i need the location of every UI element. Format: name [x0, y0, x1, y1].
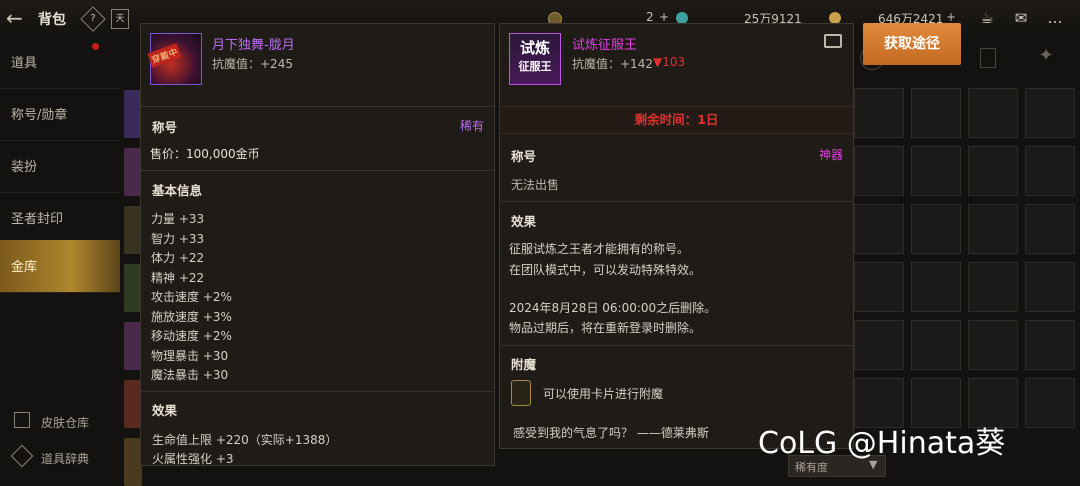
title-icon: 试炼 征服王 — [509, 33, 561, 85]
equipped-badge: 穿戴中 — [147, 43, 182, 68]
inventory-slot[interactable] — [854, 262, 904, 312]
stat-line: 物理暴击 +30 — [151, 348, 229, 363]
inventory-slot[interactable] — [854, 320, 904, 370]
inventory-slot[interactable] — [1025, 320, 1075, 370]
description-line: 在团队模式中，可以发动特殊特效。 — [509, 263, 702, 277]
sidebar-item-label: 圣者封印 — [11, 212, 64, 227]
effect-line: 生命值上限 +220（实际+1388） — [152, 433, 338, 447]
pot-icon[interactable]: ☕ — [976, 8, 998, 28]
sidebar-item-costume[interactable]: 装扮 — [0, 140, 120, 193]
stat-line: 精神 +22 — [151, 270, 205, 285]
item-type: 称号 — [152, 120, 178, 135]
help-icon[interactable]: ? — [80, 6, 106, 32]
stat-line: 攻击速度 +2% — [151, 290, 232, 304]
divider — [141, 106, 494, 107]
sidebar-item-label: 道具 — [11, 56, 38, 71]
resist-diff: ▼103 — [653, 55, 686, 69]
notification-dot — [92, 43, 99, 50]
effect-line: 火属性强化 +3 — [152, 452, 234, 466]
tooltip-equipped-title: 穿戴中 月下独舞-胧月 抗魔值：+245 称号 稀有 售价：100,000金币 … — [140, 23, 495, 466]
inventory-slot[interactable] — [911, 320, 961, 370]
watermark: CoLG @Hinata葵 — [758, 426, 1006, 461]
back-arrow-icon[interactable]: ← — [6, 6, 30, 30]
card-icon[interactable] — [980, 48, 996, 68]
sidebar-item-titles[interactable]: 称号/勋章 — [0, 88, 120, 141]
get-route-button[interactable]: 获取途径 — [863, 23, 961, 65]
item-name: 月下独舞-胧月 — [212, 38, 295, 53]
sidebar-item-seal[interactable]: 圣者封印 — [0, 192, 120, 245]
flavor-quote: 感受到我的气息了吗？ ——德莱弗斯 — [513, 426, 709, 440]
item-type: 称号 — [511, 149, 537, 164]
sidebar-item-label: 金库 — [11, 260, 38, 275]
section-header-enchant: 附魔 — [511, 357, 537, 372]
page-title: 背包 — [38, 12, 66, 28]
chat-icon[interactable]: … — [1044, 8, 1066, 28]
rarity-label: 神器 — [819, 148, 844, 162]
wardrobe-icon — [14, 412, 30, 428]
currency-value-1: 2 — [646, 10, 654, 24]
book-icon[interactable]: 天 — [111, 9, 129, 29]
stat-line: 魔法暴击 +30 — [151, 368, 229, 382]
inventory-slot[interactable] — [854, 88, 904, 138]
section-header-basic: 基本信息 — [152, 183, 203, 198]
item-name: 试炼征服王 — [572, 38, 638, 53]
dictionary-icon — [10, 444, 34, 468]
inventory-slot[interactable] — [968, 320, 1018, 370]
remaining-time-bar: 剩余时间：1日 — [500, 106, 853, 134]
resist-value: 抗魔值：+245 — [212, 57, 293, 71]
mail-icon[interactable]: ✉ — [1010, 8, 1032, 28]
sell-price: 售价：100,000金币 — [150, 147, 260, 161]
description-line: 征服试炼之王者才能拥有的称号。 — [509, 242, 690, 256]
icon-text: 试炼 — [519, 39, 550, 57]
title-icon: 穿戴中 — [147, 33, 202, 85]
sell-status: 无法出售 — [511, 178, 560, 192]
icon-text: 征服王 — [518, 60, 552, 73]
sidebar-item-items[interactable]: 道具 — [0, 36, 120, 89]
inventory-slot[interactable] — [854, 146, 904, 196]
stat-line: 移动速度 +2% — [151, 329, 232, 343]
divider — [500, 345, 853, 346]
inventory-slot[interactable] — [911, 262, 961, 312]
sidebar-item-vault[interactable]: 金库 — [0, 240, 120, 293]
divider — [500, 201, 853, 202]
divider — [141, 391, 494, 392]
section-header-effect: 效果 — [511, 214, 537, 229]
inventory-slot[interactable] — [911, 146, 961, 196]
stat-line: 力量 +33 — [151, 212, 205, 226]
stat-line: 施放速度 +3% — [151, 309, 232, 324]
inventory-slot[interactable] — [968, 88, 1018, 138]
inventory-slot[interactable] — [968, 262, 1018, 312]
add-gold-button[interactable]: + — [946, 10, 956, 24]
expiry-note: 物品过期后，将在重新登录时删除。 — [509, 321, 702, 335]
stat-line: 体力 +22 — [151, 251, 205, 265]
stat-line: 智力 +33 — [151, 231, 205, 246]
inventory-slot[interactable] — [968, 204, 1018, 254]
inventory-slot[interactable] — [1025, 378, 1075, 428]
card-slot-icon — [511, 380, 531, 406]
tooltip-compare-title: 试炼 征服王 试炼征服王 抗魔值：+142 ▼103 剩余时间：1日 称号 神器… — [499, 23, 854, 449]
inventory-slot[interactable] — [911, 204, 961, 254]
inventory-slot[interactable] — [968, 146, 1018, 196]
skin-warehouse-link[interactable]: 皮肤仓库 — [41, 414, 89, 431]
inventory-slot[interactable] — [1025, 262, 1075, 312]
resist-value: 抗魔值：+142 — [572, 57, 653, 71]
inventory-slot[interactable] — [1025, 88, 1075, 138]
inventory-grid — [850, 88, 1080, 448]
share-icon[interactable] — [824, 34, 842, 48]
expiry-line: 2024年8月28日 06:00:00之后删除。 — [509, 301, 717, 315]
inventory-slot[interactable] — [1025, 204, 1075, 254]
divider — [141, 170, 494, 171]
section-header-effect: 效果 — [152, 403, 178, 418]
inventory-slot[interactable] — [911, 88, 961, 138]
rarity-label: 稀有 — [460, 119, 485, 133]
sidebar-item-label: 装扮 — [11, 160, 38, 175]
add-currency-button[interactable]: + — [659, 10, 669, 24]
star-icon[interactable]: ✦ — [1036, 46, 1056, 66]
sidebar-item-label: 称号/勋章 — [11, 108, 68, 123]
remaining-time: 剩余时间：1日 — [634, 112, 719, 127]
inventory-slot[interactable] — [1025, 146, 1075, 196]
inventory-slot[interactable] — [854, 204, 904, 254]
item-dictionary-link[interactable]: 道具辞典 — [41, 450, 89, 467]
enchant-text: 可以使用卡片进行附魔 — [543, 387, 664, 401]
